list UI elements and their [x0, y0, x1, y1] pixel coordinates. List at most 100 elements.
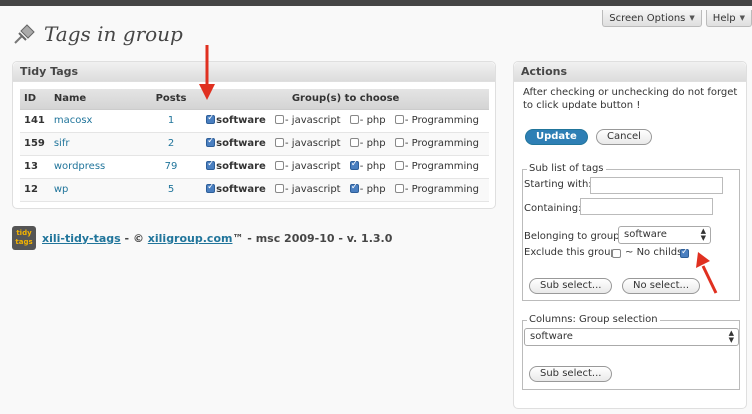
group-choices: software - javascript - php - Programmin…: [202, 132, 489, 156]
columns-fieldset: Columns: Group selection software ▲ ▼ Sub…: [522, 314, 740, 390]
columns-group-select[interactable]: software ▲ ▼: [524, 328, 739, 346]
tag-posts-link[interactable]: 1: [168, 115, 174, 126]
group-checkbox-javascript[interactable]: [275, 161, 284, 170]
table-row: 13 wordpress 79 software - javascript - …: [20, 155, 489, 179]
update-reminder-text: After checking or unchecking do not forg…: [523, 87, 738, 111]
screen-meta-links: Screen Options ▼ Help ▼: [602, 10, 752, 27]
group-checkbox-programming[interactable]: [394, 138, 404, 147]
columns-group-value: software: [530, 331, 573, 342]
belonging-group-value: software: [624, 229, 667, 240]
tag-posts-link[interactable]: 2: [168, 138, 174, 149]
starting-with-label: Starting with:: [524, 179, 592, 190]
belonging-group-select[interactable]: software ▲ ▼: [618, 226, 711, 244]
tag-name-link[interactable]: macosx: [54, 115, 93, 126]
tag-posts-cell: 79: [139, 155, 203, 179]
group-label-programming: - Programming: [404, 184, 479, 195]
admin-top-bar: [0, 0, 752, 6]
group-label-javascript: - javascript: [285, 161, 341, 172]
group-label-programming: - Programming: [404, 161, 479, 172]
group-label-php: - php: [359, 161, 386, 172]
actions-box: Actions After checking or unchecking do …: [513, 61, 747, 409]
pushpin-icon: [12, 23, 36, 45]
red-arrow-up-icon: [696, 252, 718, 294]
tag-name-cell: sifr: [49, 132, 140, 156]
no-childs-checkbox[interactable]: [680, 247, 689, 258]
group-checkbox-php[interactable]: [349, 182, 359, 193]
tag-posts-cell: 2: [139, 132, 203, 156]
group-choices: software - javascript - php - Programmin…: [202, 178, 489, 202]
tag-name-link[interactable]: wp: [54, 184, 69, 195]
update-button[interactable]: Update: [525, 129, 588, 145]
xiligroup-link[interactable]: xiligroup.com: [148, 232, 233, 245]
help-label: Help: [712, 12, 736, 24]
plugin-credit: tidy tags xili-tidy-tags - © xiligroup.c…: [12, 226, 392, 250]
tags-table: ID Name Posts Group(s) to choose 141 mac…: [20, 89, 489, 202]
plugin-name-link[interactable]: xili-tidy-tags: [42, 232, 121, 245]
group-checkbox-programming[interactable]: [394, 161, 404, 170]
group-checkbox-programming[interactable]: [394, 115, 404, 124]
tag-posts-link[interactable]: 79: [165, 161, 178, 172]
group-checkbox-javascript[interactable]: [275, 138, 284, 147]
tag-posts-cell: 1: [139, 109, 203, 133]
help-button[interactable]: Help ▼: [705, 10, 752, 27]
group-label-programming: - Programming: [404, 115, 479, 126]
screen-options-button[interactable]: Screen Options ▼: [602, 10, 702, 27]
tag-posts-cell: 5: [139, 178, 203, 202]
columns-sub-select-button[interactable]: Sub select...: [529, 366, 613, 382]
tag-id: 12: [20, 178, 50, 202]
tag-name-cell: wordpress: [49, 155, 140, 179]
chevron-down-icon: ▼: [689, 14, 695, 22]
no-select-button[interactable]: No select...: [622, 278, 701, 294]
starting-with-input[interactable]: [590, 177, 723, 194]
column-header-id[interactable]: ID: [20, 89, 50, 110]
actions-title: Actions: [514, 62, 746, 82]
tag-id: 159: [20, 132, 50, 156]
tag-posts-link[interactable]: 5: [168, 184, 174, 195]
tag-name-link[interactable]: wordpress: [54, 161, 105, 172]
column-header-posts[interactable]: Posts: [139, 89, 203, 110]
group-checkbox-software[interactable]: [206, 113, 216, 124]
group-checkbox-software[interactable]: [206, 136, 216, 147]
tidy-tags-box: Tidy Tags ID Name Posts Group(s) to choo…: [12, 61, 496, 209]
group-checkbox-php[interactable]: [349, 138, 359, 147]
cancel-button[interactable]: Cancel: [596, 129, 652, 145]
group-checkbox-php[interactable]: [349, 159, 359, 170]
group-checkbox-software[interactable]: [206, 159, 216, 170]
group-label-javascript: - javascript: [285, 138, 341, 149]
group-checkbox-programming[interactable]: [394, 184, 404, 193]
group-label-javascript: - javascript: [285, 115, 341, 126]
tag-name-cell: macosx: [49, 109, 140, 133]
table-header-row: ID Name Posts Group(s) to choose: [20, 89, 489, 110]
group-checkbox-php[interactable]: [349, 115, 359, 124]
page-title: Tags in group: [44, 22, 183, 46]
group-checkbox-software[interactable]: [206, 182, 216, 193]
table-row: 159 sifr 2 software - javascript - php -…: [20, 132, 489, 156]
tag-id: 141: [20, 109, 50, 133]
sub-select-button[interactable]: Sub select...: [529, 278, 613, 294]
tag-id: 13: [20, 155, 50, 179]
group-label-programming: - Programming: [404, 138, 479, 149]
containing-input[interactable]: [580, 198, 713, 215]
group-label-php: - php: [359, 184, 386, 195]
sublist-legend: Sub list of tags: [527, 163, 606, 174]
table-row: 141 macosx 1 software - javascript - php…: [20, 109, 489, 133]
exclude-group-checkbox[interactable]: [612, 249, 621, 258]
group-checkbox-javascript[interactable]: [275, 184, 284, 193]
group-choices: software - javascript - php - Programmin…: [202, 109, 489, 133]
select-arrows-icon: ▲ ▼: [700, 227, 706, 242]
columns-legend: Columns: Group selection: [527, 314, 660, 325]
page-header: Tags in group: [12, 22, 183, 46]
credit-version: ™ - msc 2009-10 - v. 1.3.0: [232, 231, 393, 245]
credit-separator: - ©: [120, 231, 148, 245]
group-label-software: software: [216, 161, 266, 172]
exclude-group-label: Exclude this group: [524, 247, 617, 258]
group-label-software: software: [216, 138, 266, 149]
screen-options-label: Screen Options: [609, 12, 686, 24]
group-checkbox-javascript[interactable]: [275, 115, 284, 124]
group-label-php: - php: [359, 115, 386, 126]
chevron-down-icon: ▼: [739, 14, 745, 22]
tag-name-link[interactable]: sifr: [54, 138, 70, 149]
group-label-software: software: [216, 115, 266, 126]
group-choices: software - javascript - php - Programmin…: [202, 155, 489, 179]
column-header-name[interactable]: Name: [49, 89, 140, 110]
